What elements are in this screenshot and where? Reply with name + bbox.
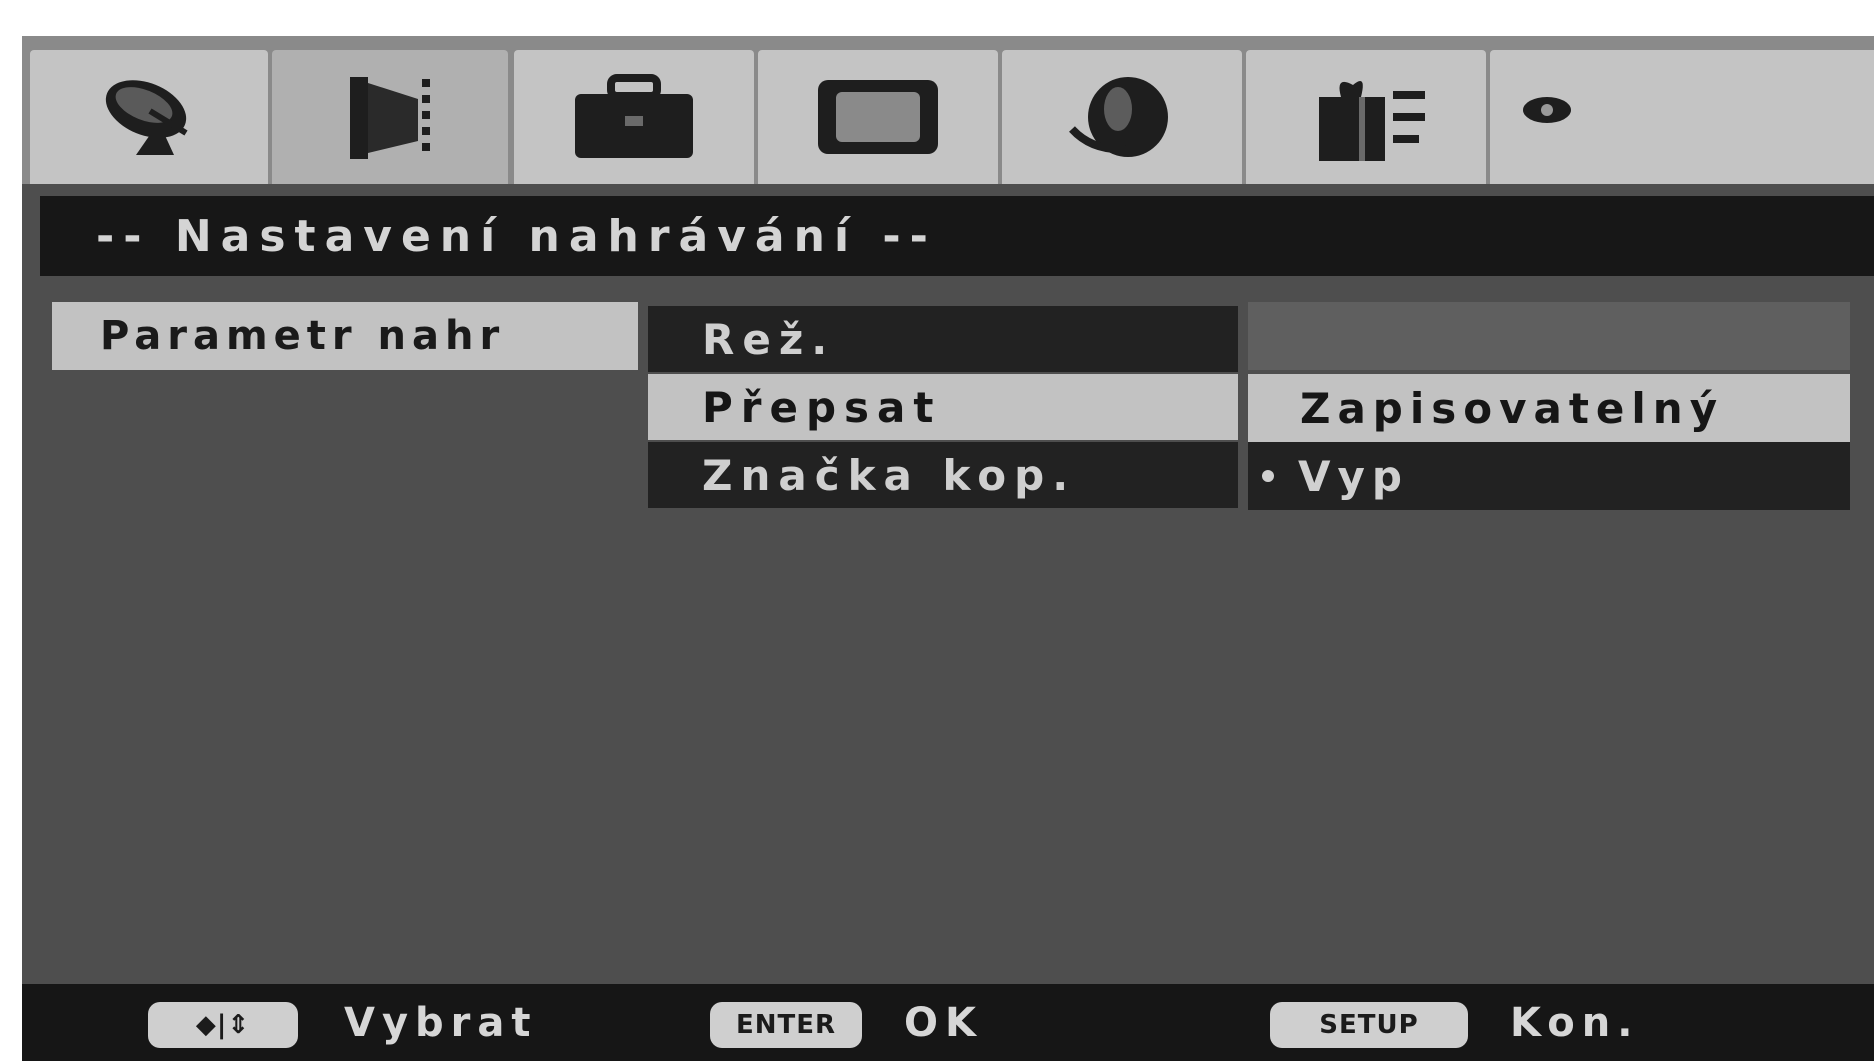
help-bar: ◆|⇕ Vybrat ENTER OK SETUP Kon. — [22, 984, 1874, 1061]
tab-lock[interactable] — [1246, 50, 1486, 184]
satellite-dish-icon — [94, 71, 204, 163]
category-label: Parametr nahr — [100, 313, 506, 359]
param-overwrite[interactable]: Přepsat — [648, 374, 1238, 440]
category-recording-parameters[interactable]: Parametr nahr — [52, 302, 638, 370]
page-title: -- Nastavení nahrávání -- — [96, 210, 937, 262]
setup-hint: Kon. — [1510, 1000, 1640, 1046]
menu-title-bar: -- Nastavení nahrávání -- — [40, 196, 1874, 276]
param-label: Přepsat — [702, 382, 942, 432]
navigate-key[interactable]: ◆|⇕ — [148, 1002, 298, 1048]
gift-box-icon — [1301, 69, 1431, 165]
tv-screen-icon — [814, 74, 942, 160]
option-label: Zapisovatelný — [1300, 383, 1725, 433]
tab-satellite[interactable] — [30, 50, 268, 184]
film-strip-icon — [340, 69, 440, 165]
eye-icon — [1520, 90, 1574, 130]
setup-key[interactable]: SETUP — [1270, 1002, 1468, 1048]
tab-language[interactable] — [1002, 50, 1242, 184]
option-off[interactable]: Vyp — [1248, 442, 1850, 510]
tab-recording[interactable] — [272, 50, 508, 184]
param-mode[interactable]: Rež. — [648, 306, 1238, 372]
tab-bar — [22, 36, 1874, 184]
enter-hint: OK — [904, 1000, 983, 1046]
param-copy-flag[interactable]: Značka kop. — [648, 442, 1238, 508]
enter-key[interactable]: ENTER — [710, 1002, 862, 1048]
setup-menu-screen: -- Nastavení nahrávání -- Parametr nahr … — [22, 36, 1874, 1061]
globe-icon — [1062, 67, 1182, 167]
tab-display[interactable] — [758, 50, 998, 184]
tab-other[interactable] — [1490, 50, 1874, 184]
tab-system[interactable] — [514, 50, 754, 184]
selected-dot-icon — [1262, 470, 1274, 482]
param-label: Rež. — [702, 314, 836, 364]
briefcase-icon — [569, 72, 699, 162]
option-label: Vyp — [1298, 451, 1409, 501]
param-label: Značka kop. — [702, 450, 1077, 500]
navigate-hint: Vybrat — [344, 1000, 538, 1046]
option-writable[interactable]: Zapisovatelný — [1248, 374, 1850, 442]
options-header-space — [1248, 302, 1850, 370]
